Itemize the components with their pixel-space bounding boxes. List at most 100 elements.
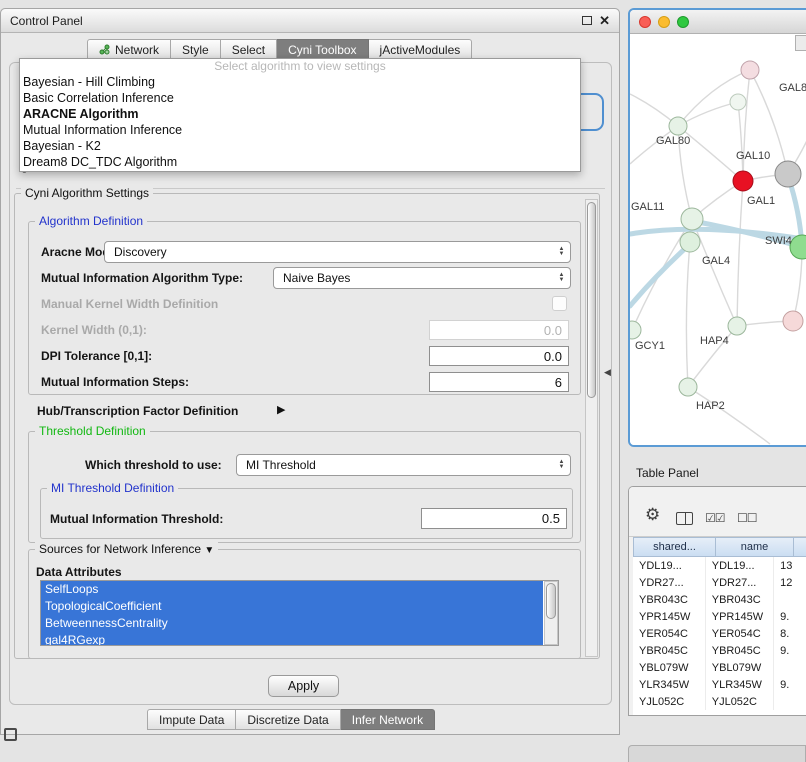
table-cell xyxy=(774,693,806,710)
algorithm-definition-title: Algorithm Definition xyxy=(35,214,147,228)
column-header-cut[interactable] xyxy=(794,537,806,557)
table-row[interactable]: YBR043CYBR043C xyxy=(633,591,806,608)
mi-steps-input[interactable]: 6 xyxy=(429,372,569,392)
control-panel-tabs: NetworkStyleSelect Cyni Toolbox jActiveMod… xyxy=(87,39,472,60)
columns-icon[interactable] xyxy=(676,512,693,525)
bottom-tabs: Impute DataDiscretize DataInfer Network xyxy=(147,709,435,730)
kernel-width-input[interactable]: 0.0 xyxy=(429,320,569,340)
network-node[interactable] xyxy=(775,161,801,187)
table-row[interactable]: YPR145WYPR145W9. xyxy=(633,608,806,625)
network-node[interactable] xyxy=(733,171,753,191)
settings-scrollbar[interactable] xyxy=(585,199,598,657)
network-canvas[interactable]: GAL8GAL80GAL10GAL11GAL1SWI4GAL4GCY1HAP4H… xyxy=(630,34,806,447)
tab-infer-network[interactable]: Infer Network xyxy=(341,709,435,730)
algorithm-option-bayesian-k2[interactable]: Bayesian - K2 xyxy=(20,138,580,154)
table-cell: YDL19... xyxy=(633,557,706,574)
apply-button[interactable]: Apply xyxy=(268,675,339,697)
attribute-item-topologicalcoefficient[interactable]: TopologicalCoefficient xyxy=(41,598,543,615)
algorithm-option-bayesian-hill-climbing[interactable]: Bayesian - Hill Climbing xyxy=(20,74,580,90)
scrollbar-thumb[interactable] xyxy=(546,583,556,619)
table-row[interactable]: YLR345WYLR345W9. xyxy=(633,676,806,693)
algorithm-option-mutual-information-inference[interactable]: Mutual Information Inference xyxy=(20,122,580,138)
hub-section-label[interactable]: Hub/Transcription Factor Definition xyxy=(37,404,238,418)
algorithm-option-dream8-dc-tdc-algorithm[interactable]: Dream8 DC_TDC Algorithm xyxy=(20,154,580,170)
mi-threshold-label: Mutual Information Threshold: xyxy=(50,512,223,526)
minimize-traffic-light[interactable] xyxy=(658,16,670,28)
aracne-mode-value: Discovery xyxy=(114,245,167,259)
float-window-icon[interactable] xyxy=(582,16,592,25)
aracne-mode-combobox[interactable]: Discovery ▲▼ xyxy=(104,241,571,263)
mi-threshold-input[interactable]: 0.5 xyxy=(421,508,567,529)
kernel-width-label: Kernel Width (0,1): xyxy=(41,323,147,337)
tab-network[interactable]: Network xyxy=(87,39,171,60)
dpi-tolerance-input[interactable]: 0.0 xyxy=(429,346,569,366)
table-row[interactable]: YER054CYER054C8. xyxy=(633,625,806,642)
network-node[interactable] xyxy=(630,321,641,339)
restore-panel-icon[interactable] xyxy=(4,728,17,741)
which-threshold-combobox[interactable]: MI Threshold ▲▼ xyxy=(236,454,571,476)
mi-threshold-value: 0.5 xyxy=(542,511,560,526)
manual-kernel-checkbox[interactable] xyxy=(552,296,567,311)
tab-select[interactable]: Select xyxy=(221,39,277,60)
table-cell: 9. xyxy=(774,642,806,659)
network-view-window: GAL8GAL80GAL10GAL11GAL1SWI4GAL4GCY1HAP4H… xyxy=(628,8,806,447)
attribute-item-selfloops[interactable]: SelfLoops xyxy=(41,581,543,598)
tab-label: Cyni Toolbox xyxy=(288,43,356,57)
network-node[interactable] xyxy=(728,317,746,335)
mi-steps-label: Mutual Information Steps: xyxy=(41,375,189,389)
select-unchecked-icon[interactable]: ☐☐ xyxy=(737,511,757,525)
network-node[interactable] xyxy=(680,232,700,252)
attributes-list-scrollbar[interactable] xyxy=(544,581,558,645)
expand-right-icon[interactable]: ▶ xyxy=(277,403,285,416)
attribute-item-gal4rgexp[interactable]: gal4RGexp xyxy=(41,632,543,646)
table-cell: YPR145W xyxy=(706,608,774,625)
control-panel-window: Control Panel ✕ NetworkStyleSelect Cyni T… xyxy=(0,8,620,735)
tab-cyni-toolbox[interactable]: Cyni Toolbox xyxy=(277,39,368,60)
cyni-settings-group-title: Cyni Algorithm Settings xyxy=(21,186,153,200)
tab-impute-data[interactable]: Impute Data xyxy=(147,709,236,730)
close-window-icon[interactable]: ✕ xyxy=(599,15,610,27)
apply-button-label: Apply xyxy=(288,679,319,693)
collapse-down-icon[interactable]: ▼ xyxy=(204,545,214,556)
which-threshold-label: Which threshold to use: xyxy=(85,458,222,472)
table-body: YDL19...YDL19...13YDR27...YDR27...12YBR0… xyxy=(633,557,806,715)
gear-icon[interactable]: ⚙ xyxy=(645,506,660,523)
column-header-shared[interactable]: shared... xyxy=(633,537,716,557)
network-window-titlebar[interactable] xyxy=(630,10,806,34)
data-attributes-listbox[interactable]: SelfLoopsTopologicalCoefficientBetweenne… xyxy=(40,580,559,646)
algorithm-option-basic-correlation-inference[interactable]: Basic Correlation Inference xyxy=(20,90,580,106)
scrollbar-thumb[interactable] xyxy=(587,202,596,398)
network-edge xyxy=(692,219,737,326)
network-node[interactable] xyxy=(681,208,703,230)
zoom-traffic-light[interactable] xyxy=(677,16,689,28)
network-node[interactable] xyxy=(783,311,803,331)
table-cell: YBL079W xyxy=(706,659,774,676)
close-traffic-light[interactable] xyxy=(639,16,651,28)
network-node[interactable] xyxy=(741,61,759,79)
tab-style[interactable]: Style xyxy=(171,39,221,60)
network-edge xyxy=(738,102,743,181)
table-toolbar: ⚙ ☑☑ ☐☐ xyxy=(629,487,806,537)
network-node[interactable] xyxy=(679,378,697,396)
tab-discretize-data[interactable]: Discretize Data xyxy=(236,709,340,730)
attribute-item-betweennesscentrality[interactable]: BetweennessCentrality xyxy=(41,615,543,632)
select-checked-icon[interactable]: ☑☑ xyxy=(705,511,725,525)
table-row[interactable]: YDL19...YDL19...13 xyxy=(633,557,806,574)
network-scrollbar-stub[interactable] xyxy=(795,35,806,51)
splitter-collapse-icon[interactable]: ◀ xyxy=(604,367,611,378)
dpi-tolerance-label: DPI Tolerance [0,1]: xyxy=(41,349,152,363)
mi-type-combobox[interactable]: Naive Bayes ▲▼ xyxy=(273,267,571,289)
node-label: HAP4 xyxy=(700,335,729,347)
table-row[interactable]: YDR27...YDR27...12 xyxy=(633,574,806,591)
control-panel-titlebar[interactable]: Control Panel ✕ xyxy=(1,9,619,33)
tab-jactivemodules[interactable]: jActiveModules xyxy=(369,39,473,60)
table-cell: YDR27... xyxy=(706,574,774,591)
table-panel-window: ⚙ ☑☑ ☐☐ shared...name YDL19...YDL19...13… xyxy=(628,486,806,716)
algorithm-option-aracne-algorithm[interactable]: ARACNE Algorithm xyxy=(20,106,580,122)
network-node[interactable] xyxy=(669,117,687,135)
network-node[interactable] xyxy=(730,94,746,110)
table-row[interactable]: YJL052CYJL052C xyxy=(633,693,806,710)
column-header-name[interactable]: name xyxy=(716,537,794,557)
table-row[interactable]: YBL079WYBL079W xyxy=(633,659,806,676)
table-row[interactable]: YBR045CYBR045C9. xyxy=(633,642,806,659)
